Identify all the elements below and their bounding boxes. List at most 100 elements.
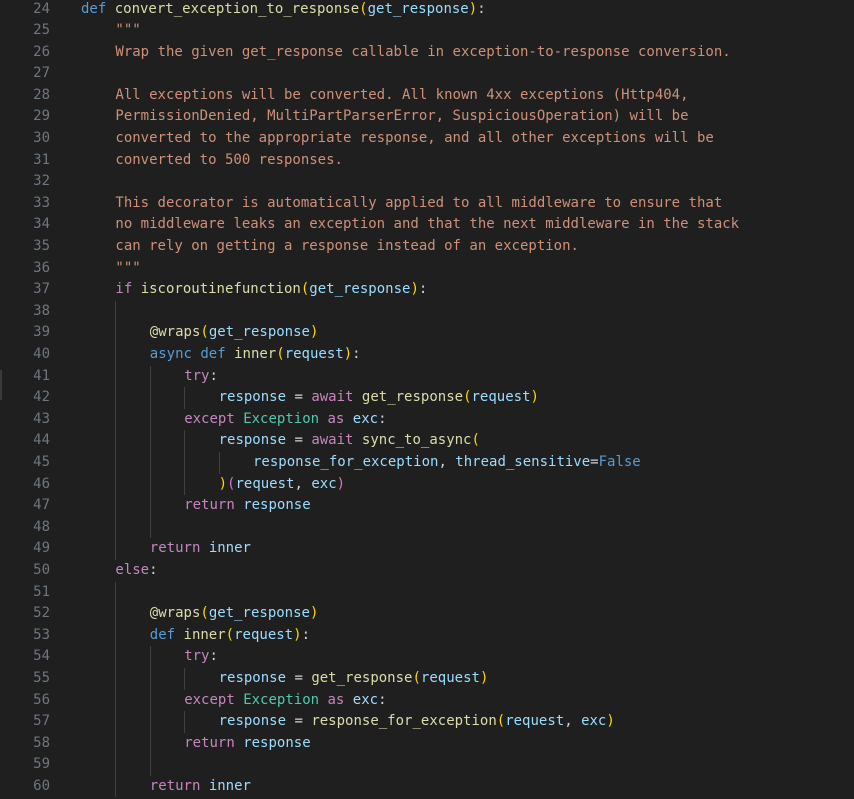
line-number: 43 <box>33 410 50 427</box>
code-line[interactable]: 43 except Exception as exc: <box>0 408 854 431</box>
code-line[interactable]: 56 except Exception as exc: <box>0 689 854 712</box>
code-line[interactable]: 30 converted to the appropriate response,… <box>0 128 854 150</box>
code-line[interactable]: 32 <box>0 171 854 193</box>
code-line[interactable]: 45 response_for_exception, thread_sensiti… <box>0 451 854 474</box>
indent-guide <box>149 689 151 712</box>
code-token: exc <box>352 691 379 708</box>
indent-guide <box>149 754 151 776</box>
code-text: PermissionDenied, MultiPartParserError, … <box>115 106 688 128</box>
code-token: ) <box>343 346 353 362</box>
code-line[interactable]: 28 All exceptions will be converted. All … <box>0 85 854 107</box>
code-token: @wraps <box>149 324 201 341</box>
line-number: 54 <box>33 648 50 665</box>
code-line[interactable]: 53 def inner(request): <box>0 624 854 647</box>
code-token: try <box>184 367 210 384</box>
indent-guide <box>184 667 186 690</box>
code-token: : <box>209 367 218 384</box>
code-line[interactable]: 57 response = response_for_exception(requ… <box>0 711 854 733</box>
indent-guide <box>115 516 117 539</box>
code-line[interactable]: 36 """ <box>0 258 854 280</box>
code-text: except Exception as exc: <box>184 409 386 431</box>
line-number: 50 <box>33 561 50 578</box>
code-token: except <box>184 691 244 708</box>
code-token: This decorator is automatically applied … <box>115 194 723 211</box>
indent-guide <box>115 322 117 344</box>
code-line[interactable]: 39 @wraps(get_response) <box>0 322 854 344</box>
indent-guide <box>115 754 117 776</box>
code-line[interactable]: 38 <box>0 300 854 323</box>
indent-guide <box>115 711 117 733</box>
code-token: Exception <box>243 410 320 427</box>
code-line[interactable]: 58 return response <box>0 732 854 755</box>
code-line[interactable]: 54 try: <box>0 646 854 668</box>
code-line[interactable]: 26 Wrap the given get_response callable i… <box>0 42 854 64</box>
line-number: 59 <box>33 756 50 773</box>
line-number: 44 <box>33 432 50 449</box>
code-line[interactable]: 35 can rely on getting a response instead… <box>0 236 854 258</box>
line-number: 53 <box>33 626 50 643</box>
indent-guide <box>115 451 117 474</box>
code-token: can rely on getting a response instead o… <box>115 238 579 255</box>
code-line[interactable]: 44 response = await sync_to_async( <box>0 430 854 452</box>
indent-guide <box>115 473 117 496</box>
code-line[interactable]: 55 response = get_response(request) <box>0 667 854 690</box>
code-line[interactable]: 29 PermissionDenied, MultiPartParserError… <box>0 106 854 128</box>
code-token: get_response <box>367 0 469 17</box>
line-number: 40 <box>33 346 50 362</box>
code-line[interactable]: 27 <box>0 63 854 85</box>
code-token: ( <box>276 346 285 362</box>
code-text: response_for_exception, thread_sensitive… <box>253 452 641 474</box>
code-editor[interactable]: 24 def convert_exception_to_response(get_… <box>0 0 854 799</box>
code-text: )(request, exc) <box>219 474 345 496</box>
code-line[interactable]: 48 <box>0 516 854 539</box>
code-token: """ <box>115 22 141 39</box>
code-token: , <box>438 453 456 470</box>
code-token: : <box>378 691 387 708</box>
code-line[interactable]: 47 return response <box>0 495 854 517</box>
code-line[interactable]: 34 no middleware leaks an exception and t… <box>0 214 854 236</box>
code-line[interactable]: 49 return inner <box>0 538 854 560</box>
code-token: request <box>284 346 344 362</box>
code-token: thread_sensitive <box>455 453 591 470</box>
code-line[interactable]: 42 response = await get_response(request) <box>0 387 854 409</box>
code-line[interactable]: 37 if iscoroutinefunction(get_response): <box>0 279 854 301</box>
code-line[interactable]: 24 def convert_exception_to_response(get_… <box>0 0 854 20</box>
code-line[interactable]: 40 async def inner(request): <box>0 344 854 366</box>
code-line[interactable]: 31 converted to 500 responses. <box>0 150 854 172</box>
line-number: 29 <box>33 108 50 125</box>
code-line[interactable]: 41 try: <box>0 365 854 388</box>
code-lines-container[interactable]: 24 def convert_exception_to_response(get_… <box>0 0 854 798</box>
code-token: exc <box>581 713 607 730</box>
code-token: request <box>471 389 531 406</box>
code-token: try <box>184 648 210 665</box>
code-token: no middleware leaks an exception and tha… <box>115 216 740 233</box>
code-line[interactable]: 60 return inner <box>0 775 854 798</box>
code-line[interactable]: 33 This decorator is automatically applie… <box>0 193 854 215</box>
code-line[interactable]: 51 <box>0 581 854 604</box>
line-number: 26 <box>33 43 50 60</box>
code-text: """ <box>115 20 140 42</box>
indent-guide <box>184 473 186 496</box>
line-number: 27 <box>33 65 50 82</box>
line-number: 45 <box>33 453 50 470</box>
code-text: All exceptions will be converted. All kn… <box>115 85 688 107</box>
code-line[interactable]: 52 @wraps(get_response) <box>0 603 854 625</box>
code-token: response_for_exception <box>253 453 439 470</box>
indent-guide <box>184 451 186 474</box>
code-token: = <box>286 713 312 730</box>
code-token: inner <box>234 346 277 362</box>
code-line[interactable]: 50 else: <box>0 560 854 582</box>
code-line[interactable]: 25 """ <box>0 20 854 42</box>
code-line[interactable]: 46)(request, exc) <box>0 473 854 496</box>
code-token: Exception <box>243 691 320 708</box>
code-token: def <box>149 626 184 643</box>
code-token: return <box>184 734 244 751</box>
line-number: 30 <box>33 130 50 147</box>
indent-guide <box>149 646 151 668</box>
line-number: 57 <box>33 713 50 730</box>
code-line[interactable]: 59 <box>0 754 854 776</box>
code-token: = <box>286 389 312 406</box>
code-token: ) <box>309 605 319 622</box>
indent-guide <box>149 732 151 755</box>
code-text: return inner <box>150 776 251 798</box>
